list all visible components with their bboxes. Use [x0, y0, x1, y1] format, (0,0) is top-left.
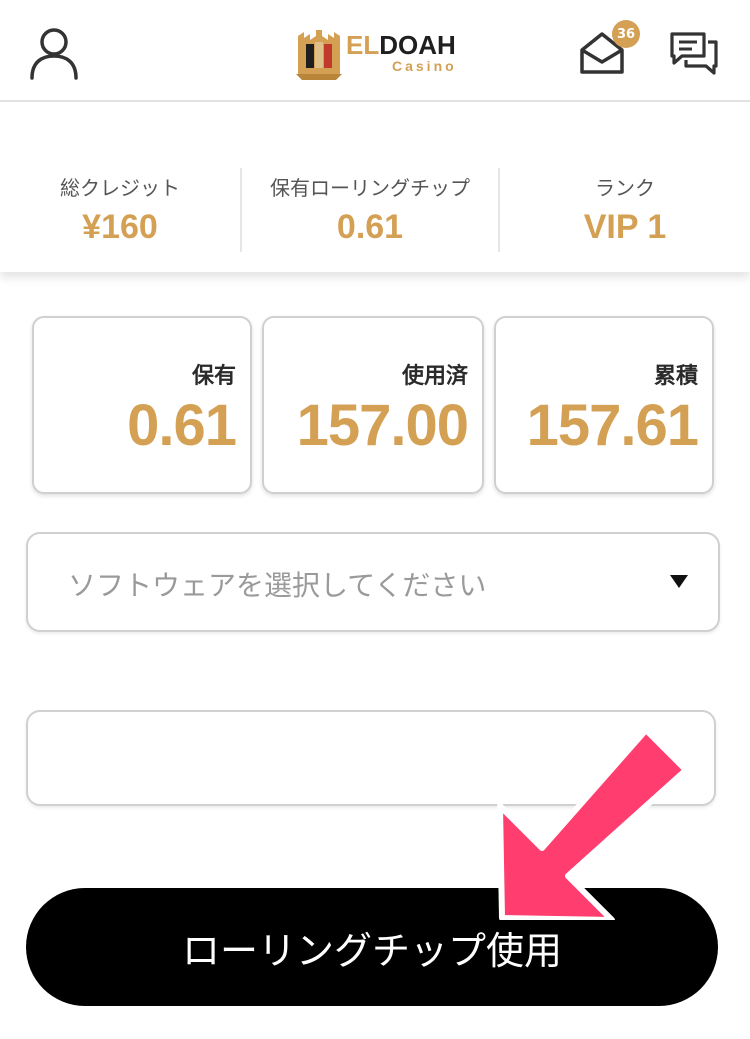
rank-value: VIP 1 [583, 208, 667, 246]
logo-subtext: Casino [392, 58, 457, 74]
use-rolling-chip-button-label: ローリングチップ使用 [181, 928, 562, 973]
account-summary: 総クレジット ¥160 保有ローリングチップ 0.61 ランク VIP 1 [0, 102, 750, 272]
caret-down-icon [670, 575, 688, 588]
held-chip-value: 0.61 [127, 393, 237, 458]
top-header: ELDOAH Casino 36 [0, 0, 750, 102]
rank-label: ランク [595, 176, 655, 200]
logo-wordmark-main: DOAH [379, 30, 456, 60]
used-chip-card: 使用済 157.00 [262, 316, 484, 494]
chat-button[interactable] [668, 30, 720, 78]
inbox-unread-badge: 36 [612, 20, 640, 48]
total-chip-value: 157.61 [526, 393, 699, 458]
eldoah-logo[interactable]: ELDOAH Casino [296, 24, 466, 80]
logo-wordmark-prefix: EL [346, 30, 380, 60]
chat-bubbles-icon [670, 32, 718, 75]
total-chip-label: 累積 [653, 364, 698, 389]
total-credit-value: ¥160 [82, 208, 158, 246]
rank-stat: ランク VIP 1 [500, 102, 750, 272]
used-chip-value: 157.00 [296, 393, 469, 458]
held-chip-card: 保有 0.61 [32, 316, 252, 494]
total-credit-stat: 総クレジット ¥160 [0, 102, 240, 272]
user-icon [30, 28, 78, 80]
software-select-placeholder: ソフトウェアを選択してください [68, 569, 487, 602]
user-profile-button[interactable] [28, 26, 80, 82]
castle-logo-icon [296, 30, 342, 80]
total-chip-card: 累積 157.61 [494, 316, 714, 494]
amount-input[interactable] [26, 710, 716, 806]
software-select[interactable]: ソフトウェアを選択してください [26, 532, 720, 632]
total-credit-label: 総クレジット [60, 176, 180, 200]
logo-wordmark: ELDOAH [346, 30, 456, 61]
rolling-chip-value: 0.61 [336, 208, 404, 246]
held-chip-label: 保有 [191, 364, 236, 389]
rolling-chip-label: 保有ローリングチップ [270, 176, 470, 200]
rolling-chip-stat: 保有ローリングチップ 0.61 [242, 102, 498, 272]
used-chip-label: 使用済 [401, 364, 468, 389]
use-rolling-chip-button[interactable]: ローリングチップ使用 [26, 888, 718, 1006]
